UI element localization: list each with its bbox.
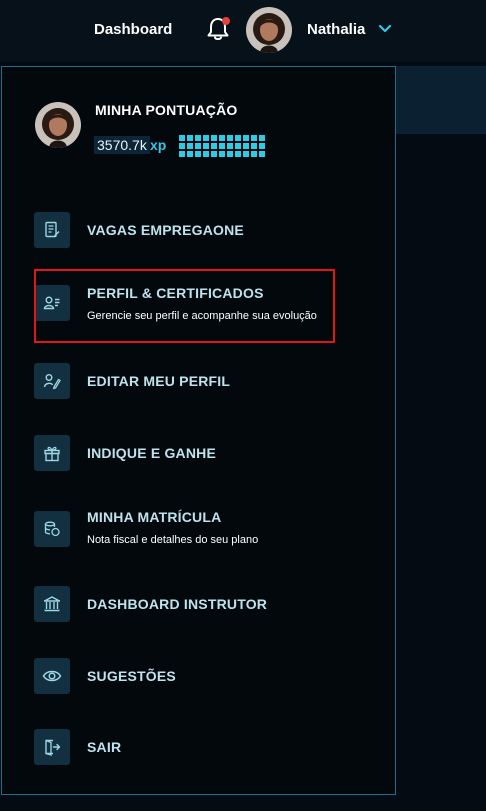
score-avatar: [35, 102, 81, 148]
menu-item-subtitle: Gerencie seu perfil e acompanhe sua evol…: [87, 310, 317, 322]
xp-grid-cell: [211, 151, 217, 157]
xp-grid-cell: [219, 135, 225, 141]
xp-grid-cell: [235, 143, 241, 149]
xp-grid-cell: [203, 143, 209, 149]
document-edit-icon: [34, 212, 70, 248]
xp-grid-cell: [211, 143, 217, 149]
menu-item-dashboard-instrutor[interactable]: DASHBOARD INSTRUTOR: [34, 586, 334, 622]
score-title: MINHA PONTUAÇÃO: [95, 102, 238, 118]
user-list-icon: [34, 285, 70, 321]
xp-unit: xp: [150, 137, 167, 153]
top-navbar: Dashboard Nathalia: [0, 0, 486, 62]
xp-grid-cell: [195, 135, 201, 141]
xp-grid-cell: [179, 143, 185, 149]
xp-level-grid: [179, 135, 265, 157]
xp-grid-cell: [243, 151, 249, 157]
xp-grid-cell: [211, 135, 217, 141]
menu-item-label: DASHBOARD INSTRUTOR: [87, 596, 268, 612]
menu-item-vagas[interactable]: VAGAS EMPREGAONE: [34, 212, 334, 252]
xp-grid-cell: [227, 143, 233, 149]
xp-grid-cell: [195, 143, 201, 149]
bank-icon: [34, 586, 70, 622]
xp-grid-cell: [243, 135, 249, 141]
xp-grid-cell: [219, 151, 225, 157]
menu-item-matricula[interactable]: MINHA MATRÍCULA Nota fiscal e detalhes d…: [34, 509, 334, 549]
menu-item-label: INDIQUE E GANHE: [87, 445, 217, 461]
menu-item-label: SAIR: [87, 739, 122, 755]
xp-grid-cell: [187, 151, 193, 157]
menu-item-subtitle: Nota fiscal e detalhes do seu plano: [87, 534, 259, 546]
xp-value: 3570.7k: [94, 136, 150, 154]
notification-badge: [222, 17, 230, 25]
xp-grid-cell: [187, 143, 193, 149]
gift-icon: [34, 435, 70, 471]
xp-grid-cell: [243, 143, 249, 149]
menu-item-sugestoes[interactable]: SUGESTÕES: [34, 658, 334, 694]
xp-grid-cell: [179, 151, 185, 157]
menu-item-label: VAGAS EMPREGAONE: [87, 222, 244, 238]
xp-grid-cell: [251, 151, 257, 157]
xp-grid-cell: [259, 151, 265, 157]
user-edit-icon: [34, 363, 70, 399]
chevron-down-icon[interactable]: [378, 22, 392, 36]
menu-item-sair[interactable]: SAIR: [34, 729, 334, 765]
menu-item-label: EDITAR MEU PERFIL: [87, 373, 231, 389]
xp-grid-cell: [187, 135, 193, 141]
username-label[interactable]: Nathalia: [307, 21, 365, 38]
xp-grid-cell: [227, 151, 233, 157]
menu-item-label: MINHA MATRÍCULA: [87, 509, 222, 525]
notification-bell-icon[interactable]: [204, 15, 232, 43]
menu-item-editar-perfil[interactable]: EDITAR MEU PERFIL: [34, 363, 334, 399]
xp-grid-cell: [195, 151, 201, 157]
xp-grid-cell: [203, 151, 209, 157]
coins-icon: [34, 511, 70, 547]
xp-grid-cell: [259, 143, 265, 149]
xp-grid-cell: [251, 135, 257, 141]
xp-grid-cell: [235, 135, 241, 141]
xp-grid-cell: [179, 135, 185, 141]
dashboard-link[interactable]: Dashboard: [94, 21, 172, 38]
user-dropdown-menu: MINHA PONTUAÇÃO 3570.7k xp VAGAS EMPREGA…: [1, 66, 396, 795]
menu-item-label: PERFIL & CERTIFICADOS: [87, 285, 264, 301]
xp-grid-cell: [259, 135, 265, 141]
xp-grid-cell: [227, 135, 233, 141]
xp-grid-cell: [235, 151, 241, 157]
background-panel: [394, 66, 486, 134]
logout-icon: [34, 729, 70, 765]
menu-item-indique-ganhe[interactable]: INDIQUE E GANHE: [34, 435, 334, 471]
xp-grid-cell: [251, 143, 257, 149]
menu-item-perfil-certificados[interactable]: PERFIL & CERTIFICADOS Gerencie seu perfi…: [34, 285, 334, 339]
menu-item-label: SUGESTÕES: [87, 668, 176, 684]
xp-grid-cell: [203, 135, 209, 141]
eye-icon: [34, 658, 70, 694]
avatar[interactable]: [246, 7, 292, 53]
xp-grid-cell: [219, 143, 225, 149]
